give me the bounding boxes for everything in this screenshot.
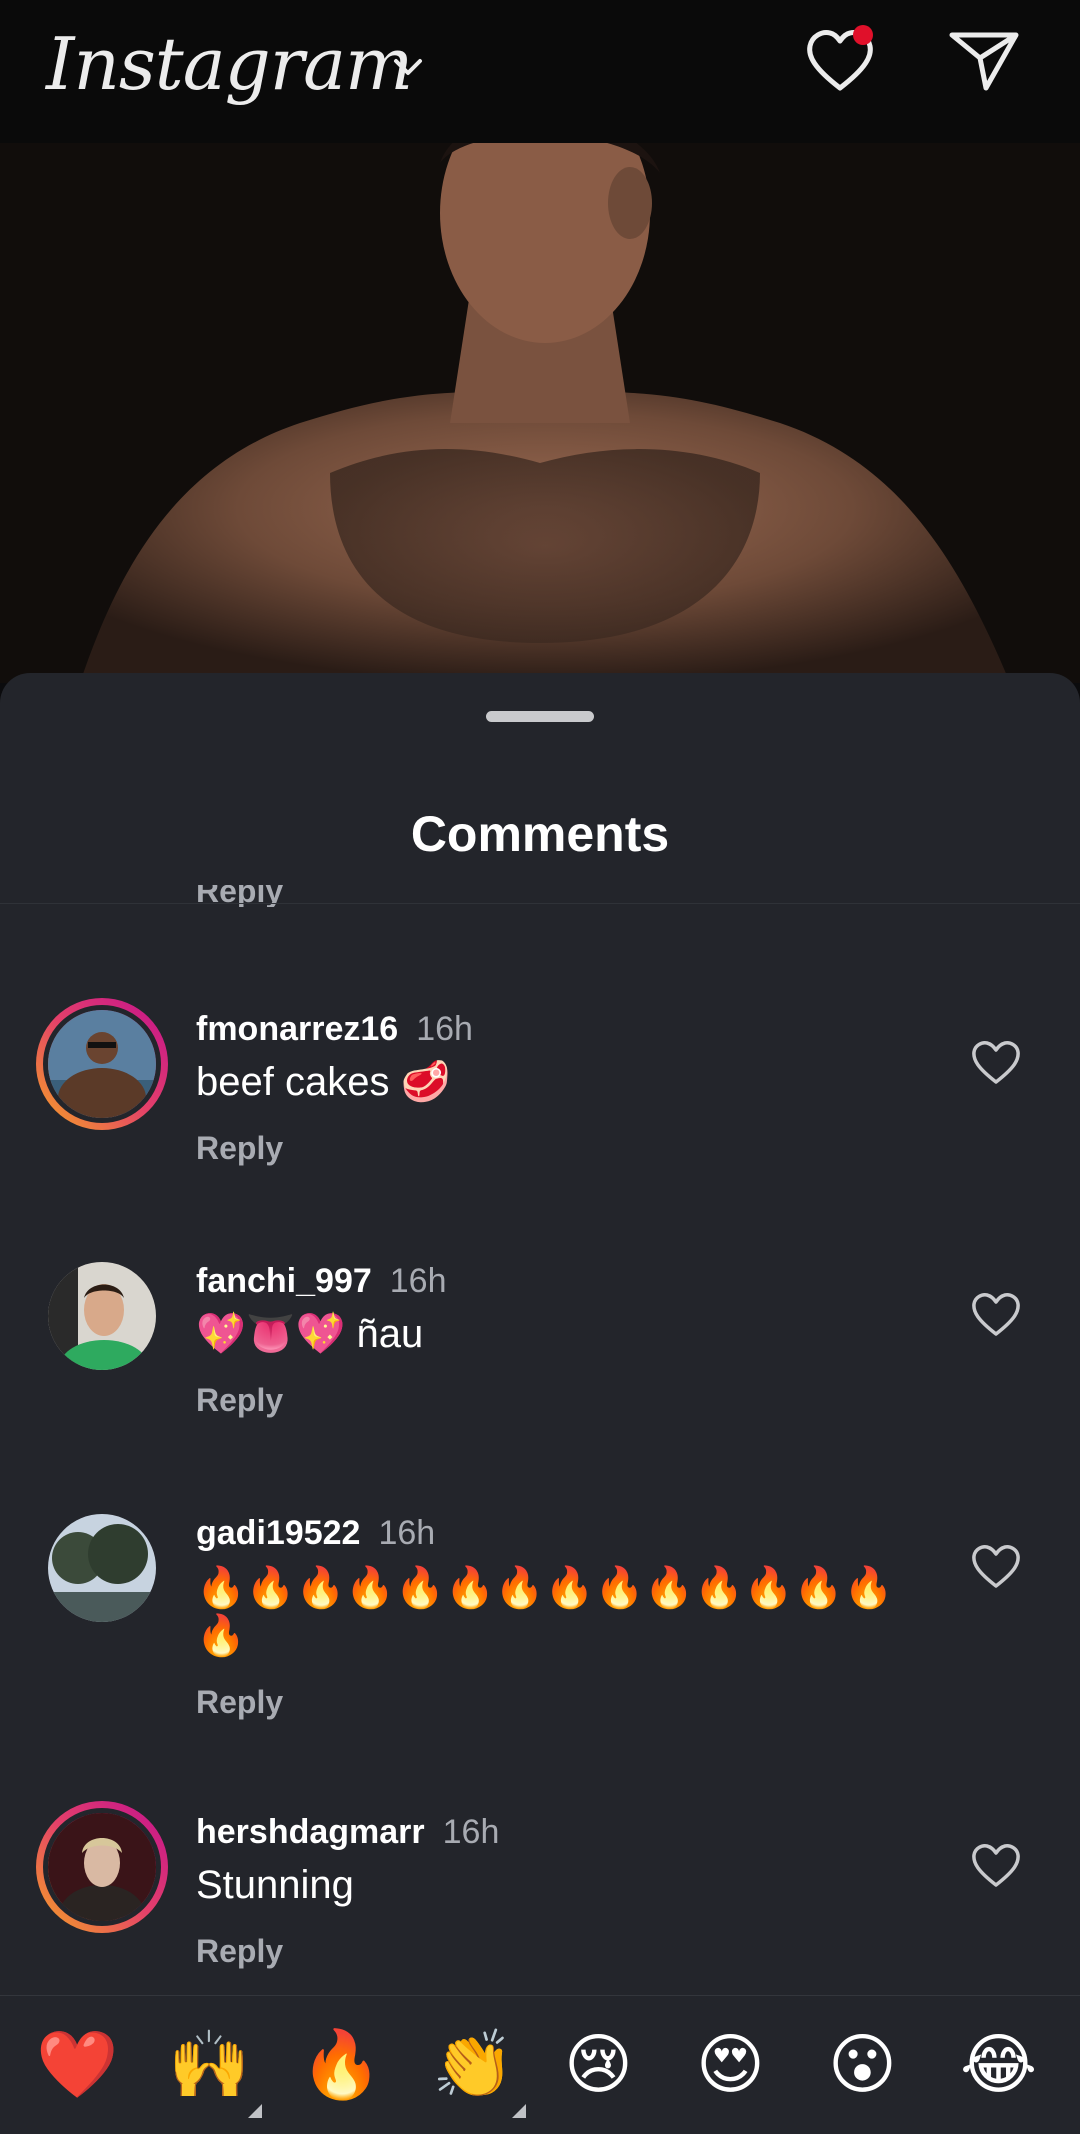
comment-time: 16h xyxy=(416,1010,473,1048)
post-photo xyxy=(0,143,1080,683)
quick-emoji-bar: ❤️ 🙌 🔥 👏 😢 😍 😮 😂 xyxy=(0,1995,1080,2134)
like-heart-icon[interactable] xyxy=(970,1843,1022,1889)
comment-time: 16h xyxy=(389,1262,447,1300)
reply-button[interactable]: Reply xyxy=(196,1933,283,1970)
avatar-image xyxy=(48,1262,156,1370)
comment-username[interactable]: fanchi_997 16h xyxy=(196,1262,447,1301)
comment-time: 16h xyxy=(378,1514,436,1552)
comment-username[interactable]: fmonarrez16 16h xyxy=(196,1010,473,1049)
emoji-surprised-face[interactable]: 😮 xyxy=(828,2026,897,2102)
emoji-raising-hands[interactable]: 🙌 xyxy=(168,2026,250,2102)
drag-handle[interactable] xyxy=(486,711,594,722)
like-heart-icon[interactable] xyxy=(970,1040,1022,1086)
comment-time: 16h xyxy=(442,1813,500,1851)
skin-tone-indicator xyxy=(248,2104,262,2118)
emoji-fire[interactable]: 🔥 xyxy=(300,2026,382,2102)
avatar-image xyxy=(43,1808,161,1926)
avatar[interactable] xyxy=(36,1801,168,1933)
avatar[interactable] xyxy=(36,1502,168,1634)
comment-text: beef cakes 🥩 xyxy=(196,1060,451,1104)
direct-messages-icon[interactable] xyxy=(948,30,1020,92)
comment-username[interactable]: gadi19522 16h xyxy=(196,1514,435,1553)
post-photo-image xyxy=(0,143,1080,683)
chevron-down-icon[interactable] xyxy=(392,56,424,78)
avatar[interactable] xyxy=(36,998,168,1130)
emoji-crying-face[interactable]: 😢 xyxy=(564,2026,633,2102)
emoji-tears-of-joy[interactable]: 😂 xyxy=(960,2026,1037,2102)
sheet-title: Comments xyxy=(410,806,670,862)
reply-button[interactable]: Reply xyxy=(196,1382,283,1419)
reply-button[interactable]: Reply xyxy=(196,1130,283,1167)
reply-button[interactable]: Reply xyxy=(196,1684,283,1721)
top-app-bar: Instagram xyxy=(0,0,1080,143)
notification-dot xyxy=(853,25,873,45)
header-divider xyxy=(0,903,1080,904)
comment-text: 🔥🔥🔥🔥🔥🔥🔥🔥🔥🔥🔥🔥🔥🔥🔥 xyxy=(196,1566,894,1658)
comment-text: Stunning xyxy=(196,1863,354,1907)
like-heart-icon[interactable] xyxy=(970,1292,1022,1338)
emoji-red-heart[interactable]: ❤️ xyxy=(36,2026,118,2102)
avatar-image xyxy=(43,1005,161,1123)
comment-username[interactable]: hershdagmarr 16h xyxy=(196,1813,499,1852)
like-heart-icon[interactable] xyxy=(970,1544,1022,1590)
comment-text: 💖👅💖 ñau xyxy=(196,1312,424,1356)
avatar-image xyxy=(48,1514,156,1622)
comments-sheet: Comments Reply fmonarrez16 16h beef cakes… xyxy=(0,673,1080,2133)
emoji-clapping-hands[interactable]: 👏 xyxy=(432,2026,514,2102)
avatar[interactable] xyxy=(36,1250,168,1382)
emoji-heart-eyes[interactable]: 😍 xyxy=(696,2026,765,2102)
skin-tone-indicator xyxy=(512,2104,526,2118)
instagram-logo[interactable]: Instagram xyxy=(46,22,413,106)
